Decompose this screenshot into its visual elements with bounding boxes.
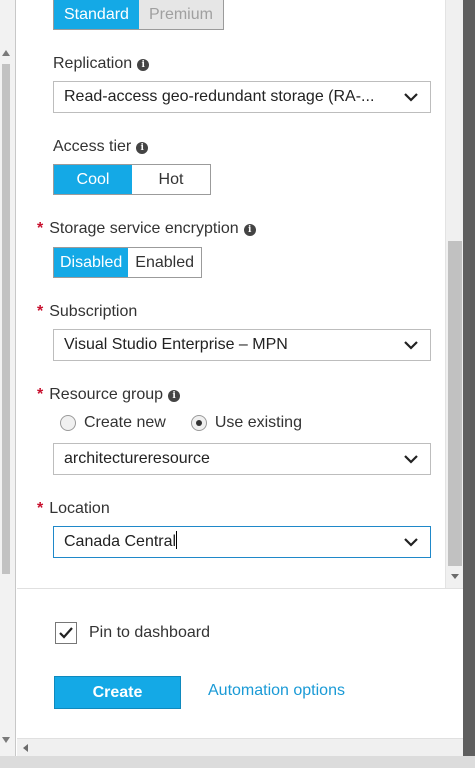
radio-create-new-label[interactable]: Create new: [84, 414, 166, 432]
automation-options-link[interactable]: Automation options: [208, 682, 345, 700]
performance-option-premium[interactable]: Premium: [138, 0, 223, 29]
required-asterisk: *: [37, 500, 44, 517]
radio-create-new[interactable]: [60, 415, 76, 431]
radio-use-existing-label[interactable]: Use existing: [215, 414, 302, 432]
info-icon[interactable]: i: [137, 59, 150, 71]
info-icon[interactable]: i: [243, 224, 256, 236]
encryption-label-text: Storage service encryption: [49, 220, 239, 237]
required-asterisk: *: [37, 386, 44, 403]
encryption-toggle: Disabled Enabled: [53, 247, 202, 278]
pin-to-dashboard[interactable]: Pin to dashboard: [55, 622, 210, 644]
scroll-left-arrow-icon[interactable]: [23, 744, 28, 752]
subscription-label: * Subscription: [37, 302, 137, 322]
info-icon[interactable]: i: [136, 142, 149, 154]
replication-select[interactable]: Read-access geo-redundant storage (RA-..…: [53, 81, 431, 113]
blade-footer: Pin to dashboard Create Automation optio…: [17, 588, 463, 738]
right-panel-edge: [463, 0, 475, 768]
chevron-down-icon: [404, 341, 418, 350]
resource-group-select[interactable]: architectureresource: [53, 443, 431, 475]
location-label: * Location: [37, 499, 110, 519]
chevron-down-icon: [404, 455, 418, 464]
subscription-label-text: Subscription: [49, 303, 138, 320]
access-tier-label: Access tier i: [53, 137, 149, 157]
resource-group-label-text: Resource group: [49, 386, 164, 403]
resource-group-radio-group: Create new Use existing: [60, 414, 302, 432]
radio-use-existing[interactable]: [190, 415, 207, 431]
form-vertical-scrollbar[interactable]: [445, 0, 463, 588]
background-panel-scrollbar[interactable]: [0, 0, 16, 768]
resource-group-value: architectureresource: [64, 450, 210, 467]
scroll-up-arrow-icon[interactable]: [2, 50, 10, 56]
location-label-text: Location: [49, 500, 110, 517]
performance-toggle: Standard Premium: [53, 0, 224, 30]
replication-value: Read-access geo-redundant storage (RA-..…: [64, 88, 375, 105]
access-tier-label-text: Access tier: [53, 138, 132, 155]
scroll-down-arrow-icon[interactable]: [2, 737, 10, 743]
pin-label[interactable]: Pin to dashboard: [89, 624, 210, 642]
scrollbar-thumb[interactable]: [2, 64, 10, 574]
replication-label: Replication i: [53, 54, 150, 74]
scroll-down-arrow-icon[interactable]: [451, 574, 459, 579]
subscription-select[interactable]: Visual Studio Enterprise – MPN: [53, 329, 431, 361]
encryption-option-disabled[interactable]: Disabled: [54, 248, 129, 277]
text-caret: [176, 531, 178, 549]
access-tier-option-cool[interactable]: Cool: [54, 165, 132, 194]
access-tier-option-hot[interactable]: Hot: [132, 165, 210, 194]
checkmark-icon: [59, 627, 73, 639]
location-value: Canada Central: [64, 533, 177, 550]
form-scroll-area: Standard Premium Replication i Read-acces…: [17, 0, 445, 588]
chevron-down-icon: [404, 93, 418, 102]
chevron-down-icon: [404, 538, 418, 547]
access-tier-toggle: Cool Hot: [53, 164, 211, 195]
horizontal-scrollbar[interactable]: [17, 738, 463, 756]
resource-group-label: * Resource group i: [37, 385, 181, 405]
pin-checkbox[interactable]: [55, 622, 77, 644]
performance-option-standard[interactable]: Standard: [54, 0, 139, 29]
encryption-option-enabled[interactable]: Enabled: [128, 248, 201, 277]
create-storage-account-blade: Standard Premium Replication i Read-acces…: [0, 0, 475, 768]
required-asterisk: *: [37, 303, 44, 320]
subscription-value: Visual Studio Enterprise – MPN: [64, 336, 288, 353]
scrollbar-thumb[interactable]: [448, 241, 462, 566]
bottom-edge: [0, 756, 475, 768]
encryption-label: * Storage service encryption i: [37, 219, 256, 239]
info-icon[interactable]: i: [168, 390, 181, 402]
location-select[interactable]: Canada Central: [53, 526, 431, 558]
replication-label-text: Replication: [53, 55, 133, 72]
create-button[interactable]: Create: [54, 676, 181, 709]
required-asterisk: *: [37, 220, 44, 237]
